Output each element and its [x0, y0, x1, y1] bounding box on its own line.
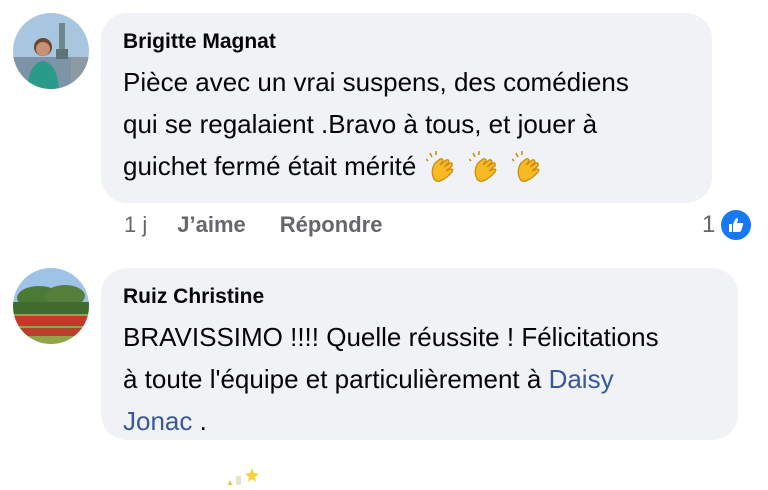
- comment-timestamp[interactable]: 1 j: [124, 212, 147, 238]
- like-thumbs-up-icon: [719, 208, 754, 242]
- reaction-summary[interactable]: 1: [702, 208, 754, 242]
- comment-line: guichet fermé était mérité: [123, 145, 690, 187]
- comment-line-text: .: [192, 406, 207, 436]
- comment-author[interactable]: Brigitte Magnat: [123, 29, 690, 55]
- comment-line: Jonac .: [123, 400, 716, 442]
- comment-bubble: Brigitte Magnat Pièce avec un vrai suspe…: [101, 13, 712, 203]
- comment-bubble: Ruiz Christine BRAVISSIMO !!!! Quelle ré…: [101, 268, 738, 440]
- comment-line: BRAVISSIMO !!!! Quelle réussite ! Félici…: [123, 322, 659, 352]
- like-button[interactable]: J’aime: [177, 212, 246, 238]
- comment-line-text: à toute l'équipe et particulièrement à: [123, 364, 549, 394]
- avatar-ruiz[interactable]: [13, 268, 89, 344]
- comment-text: Pièce avec un vrai suspens, des comédien…: [123, 61, 690, 187]
- thumbs-up-icon: [729, 218, 744, 232]
- avatar-brigitte[interactable]: [13, 13, 89, 89]
- reaction-count: 1: [702, 211, 716, 238]
- clapping-hands-icon: [512, 151, 540, 182]
- mention-link[interactable]: Jonac: [123, 406, 192, 436]
- clapping-hands-icon: [424, 151, 546, 182]
- comment-line: à toute l'équipe et particulièrement à D…: [123, 358, 716, 400]
- next-reaction-peek: [222, 466, 262, 485]
- avatar-photo: [13, 13, 89, 89]
- comment-text: BRAVISSIMO !!!! Quelle réussite ! Félici…: [123, 316, 716, 442]
- clapping-hands-icon: [468, 151, 497, 182]
- comment-line: qui se regalaient .Bravo à tous, et joue…: [123, 109, 598, 139]
- reply-button[interactable]: Répondre: [280, 212, 383, 238]
- comment-actions: 1 j J’aime Répondre: [124, 212, 416, 238]
- mention-link[interactable]: Daisy: [549, 364, 614, 394]
- avatar-photo: [13, 268, 89, 344]
- comment-author[interactable]: Ruiz Christine: [123, 284, 716, 310]
- comment-line-text: guichet fermé était mérité: [123, 151, 417, 181]
- clapping-hands-icon: [425, 151, 453, 182]
- sparkle-icon: [228, 468, 259, 485]
- comment-line: Pièce avec un vrai suspens, des comédien…: [123, 67, 629, 97]
